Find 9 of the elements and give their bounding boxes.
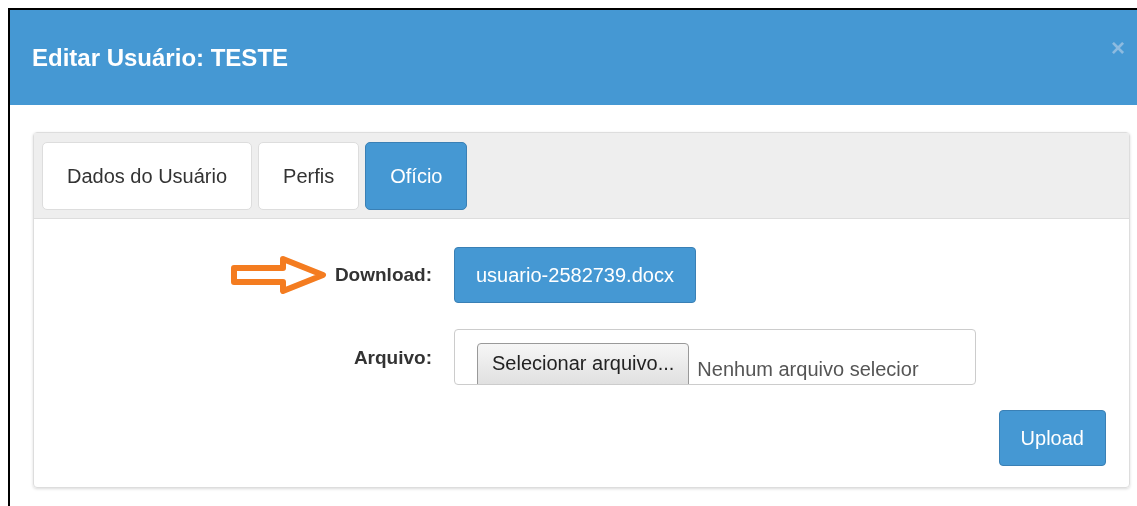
tab[interactable]: Dados do Usuário xyxy=(42,142,253,210)
tab[interactable]: Perfis xyxy=(258,142,360,210)
download-label: Download: xyxy=(334,264,432,286)
modal-title: Editar Usuário: TESTE xyxy=(32,43,289,72)
arrow-icon xyxy=(230,256,327,294)
file-status: Nenhum arquivo selecior xyxy=(697,358,919,381)
file-input[interactable]: Selecionar arquivo... Nenhum arquivo selecior xyxy=(454,329,976,385)
choose-file-button[interactable]: Selecionar arquivo... xyxy=(477,343,690,384)
file-label: Arquivo: xyxy=(353,347,432,369)
